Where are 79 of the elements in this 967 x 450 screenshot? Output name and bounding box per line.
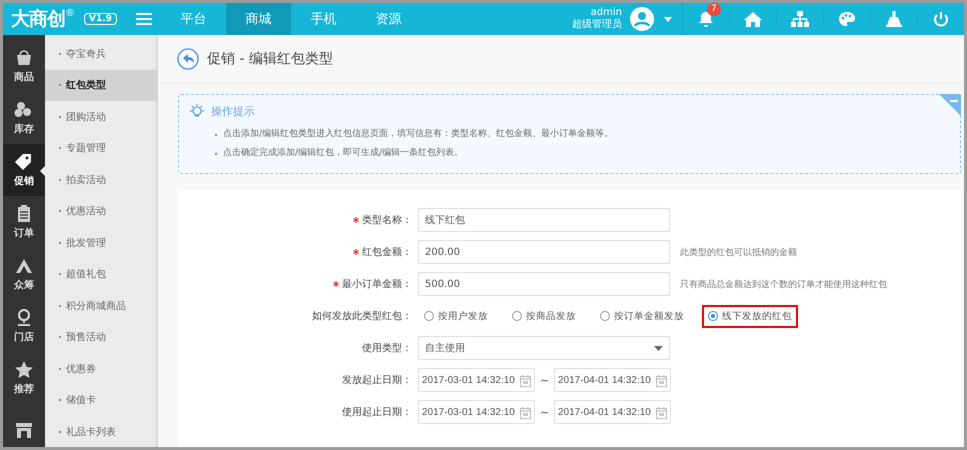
- store-icon: [14, 420, 34, 440]
- calendar-icon[interactable]: [656, 374, 667, 386]
- sidebar-item[interactable]: 众筹: [3, 248, 45, 300]
- date-field[interactable]: 2017-04-01 14:32:10: [554, 368, 671, 392]
- tips-title: 操作提示: [211, 104, 255, 118]
- user-role: 超级管理员: [572, 19, 622, 31]
- cubes-icon: [14, 100, 34, 120]
- lightbulb-icon: [189, 103, 205, 119]
- home-icon[interactable]: [744, 11, 762, 27]
- radio-button[interactable]: [600, 311, 610, 321]
- calendar-icon[interactable]: [520, 406, 531, 418]
- submenu-item[interactable]: 红包类型: [66, 78, 106, 92]
- avatar-icon[interactable]: [630, 7, 654, 31]
- radio-option[interactable]: 按订单金额发放: [594, 304, 690, 328]
- hint-text: 只有商品总金额达到这个数的订单才能使用这种红包: [680, 278, 887, 290]
- radio-option[interactable]: 线下发放的红包: [702, 304, 798, 328]
- radio-button[interactable]: [424, 311, 434, 321]
- caret-icon: [654, 346, 663, 350]
- submenu-item[interactable]: 拍卖活动: [66, 172, 106, 187]
- submenu-item[interactable]: 预售活动: [66, 330, 106, 344]
- sidebar-item[interactable]: 推荐: [3, 352, 45, 404]
- submenu-item[interactable]: 积分商城商品: [66, 298, 126, 313]
- field-label: 类型名称：: [362, 214, 412, 227]
- notification-badge: 7: [707, 3, 721, 16]
- tip-text: 点击确定完成添加/编辑红包，即可生成/编辑一条红包列表。: [223, 146, 464, 160]
- logo: 大商创: [11, 7, 65, 32]
- hint-text: 此类型的红包可以抵销的金额: [680, 246, 797, 258]
- sidebar-item[interactable]: 门店: [3, 300, 45, 352]
- date-field[interactable]: 2017-03-01 14:32:10: [418, 368, 535, 392]
- basket-icon: [14, 48, 34, 68]
- input-field[interactable]: 500.00: [418, 272, 670, 296]
- broom-icon[interactable]: [885, 11, 903, 27]
- sidebar-item[interactable]: 商品: [3, 40, 45, 92]
- input-field[interactable]: 200.00: [418, 240, 670, 264]
- registered-mark: ®: [65, 8, 75, 19]
- menu-icon[interactable]: [136, 13, 152, 25]
- bell-icon[interactable]: [698, 11, 714, 27]
- field-label: 如何发放此类型红包：: [312, 310, 412, 323]
- sidebar-item[interactable]: 促销: [3, 144, 45, 196]
- version-badge: V1.9: [84, 13, 117, 25]
- calendar-icon[interactable]: [520, 374, 531, 386]
- submenu-item[interactable]: 夺宝奇兵: [66, 46, 106, 61]
- field-label: 红包金额：: [362, 246, 412, 259]
- date-field[interactable]: 2017-04-01 14:32:10: [554, 400, 671, 424]
- select-field[interactable]: 自主使用: [418, 336, 670, 360]
- user-name: admin: [590, 7, 622, 19]
- sitemap-icon[interactable]: [791, 11, 809, 27]
- submenu-item[interactable]: 储值卡: [66, 393, 96, 408]
- palette-icon[interactable]: [838, 11, 856, 27]
- field-label: 发放起止日期：: [342, 374, 412, 387]
- date-field[interactable]: 2017-03-01 14:32:10: [418, 400, 535, 424]
- submenu-item[interactable]: 优惠券: [66, 362, 96, 376]
- star-icon: [14, 360, 34, 380]
- radio-button[interactable]: [708, 311, 718, 321]
- submenu-item[interactable]: 批发管理: [66, 236, 106, 250]
- submenu-item[interactable]: 团购活动: [66, 110, 106, 124]
- calendar-icon[interactable]: [656, 406, 667, 418]
- submenu-item[interactable]: 优惠活动: [66, 204, 106, 218]
- field-label: 使用类型：: [362, 342, 412, 355]
- radio-option[interactable]: 按商品发放: [506, 304, 582, 328]
- submenu-item[interactable]: 专题管理: [66, 141, 106, 156]
- sidebar-item[interactable]: 订单: [3, 196, 45, 248]
- range-separator: ~: [538, 374, 550, 386]
- tag-icon: [14, 152, 34, 172]
- input-field[interactable]: 线下红包: [418, 208, 670, 232]
- submenu-item[interactable]: 超值礼包: [66, 267, 106, 282]
- field-label: 最小订单金额：: [342, 278, 412, 291]
- back-icon[interactable]: [177, 48, 199, 70]
- range-separator: ~: [538, 406, 550, 418]
- power-icon[interactable]: [932, 11, 950, 27]
- field-label: 使用起止日期：: [342, 406, 412, 419]
- tip-text: 点击添加/编辑红包类型进入红包信息页面，填写信息有：类型名称、红包金额、最小订单金额等。: [223, 128, 614, 141]
- radio-option[interactable]: 按用户发放: [418, 304, 494, 328]
- submenu-item[interactable]: 礼品卡列表: [66, 424, 116, 439]
- caret-icon[interactable]: [664, 16, 672, 22]
- page-title: 促销 - 编辑红包类型: [207, 50, 333, 68]
- collapse-icon[interactable]: [939, 94, 961, 116]
- sidebar-item[interactable]: 库存: [3, 92, 45, 144]
- radio-button[interactable]: [512, 311, 522, 321]
